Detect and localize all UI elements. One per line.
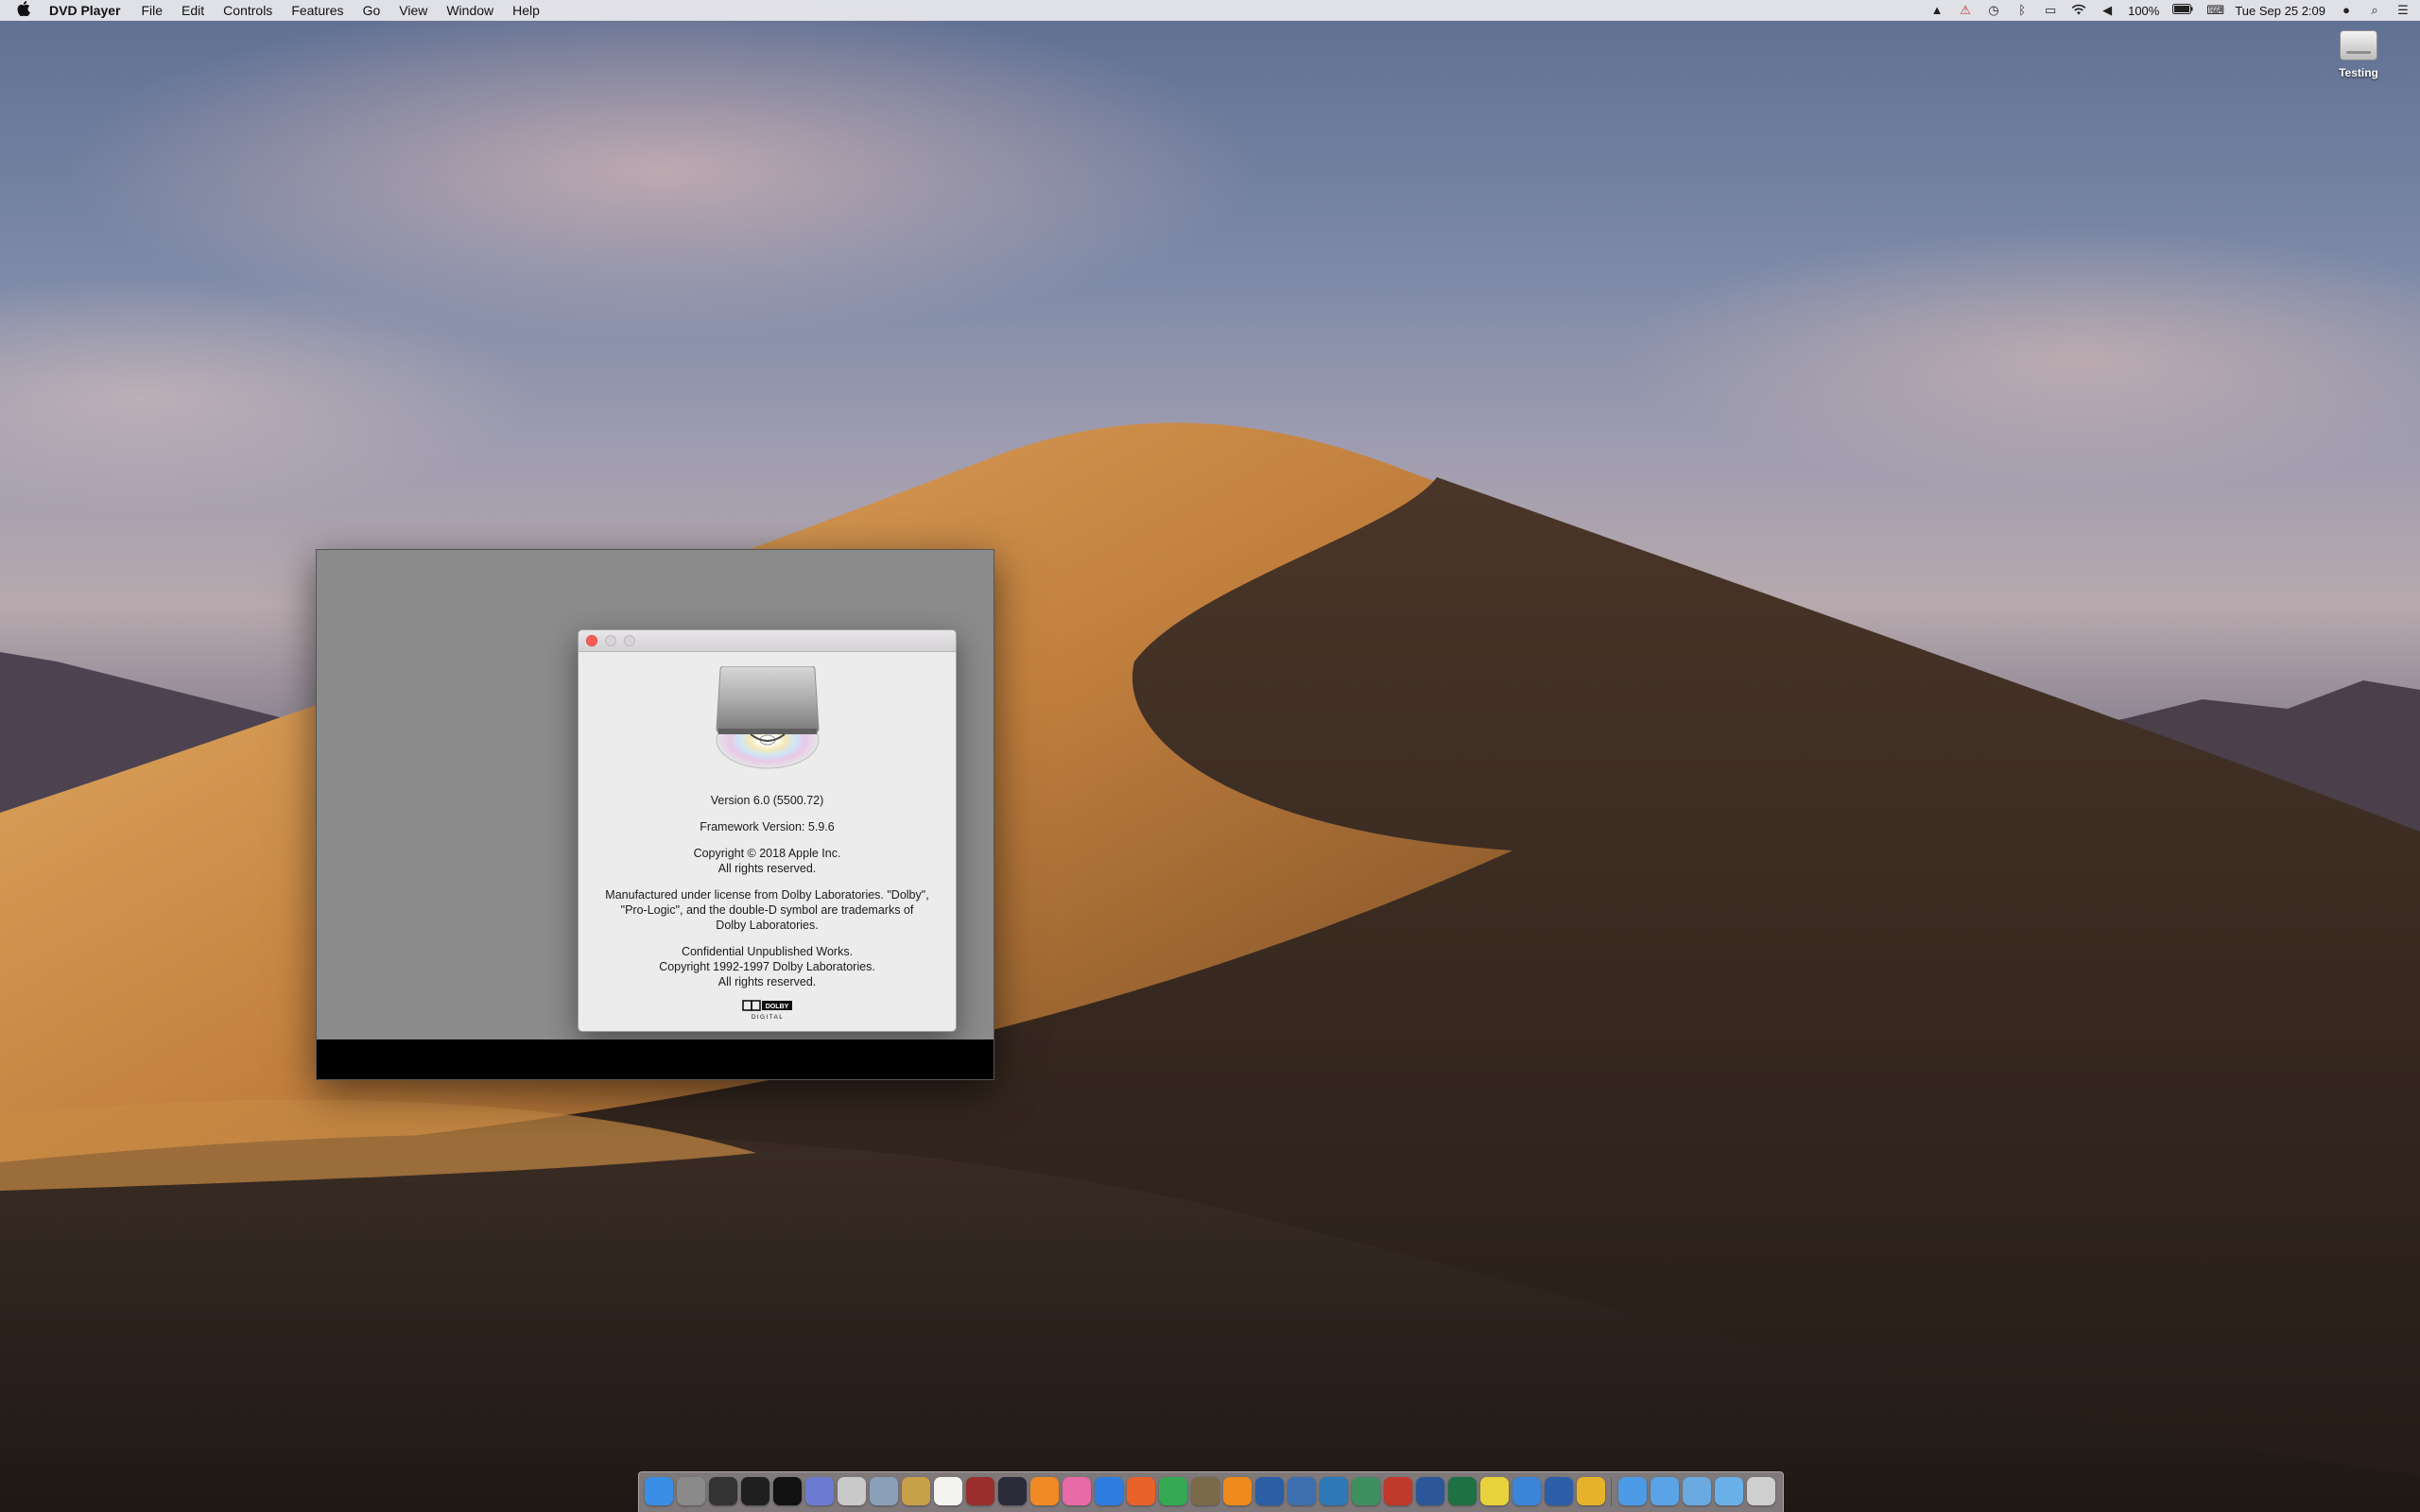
dock-presenter-icon[interactable] <box>1384 1477 1412 1505</box>
dock-trash-icon[interactable] <box>1747 1477 1775 1505</box>
dock-desktop-folder-icon[interactable] <box>1715 1477 1743 1505</box>
dock-documents-folder-icon[interactable] <box>1651 1477 1679 1505</box>
status-area: ▲ ⚠ ◷ ᛒ ▭ ◀ 100% ⌨ Tue Sep 25 2:09 ● ⌕ ☰ <box>1929 0 2411 21</box>
about-info-text: Version 6.0 (5500.72) Framework Version:… <box>579 793 956 1001</box>
framework-version-text: Framework Version: 5.9.6 <box>700 820 835 833</box>
confidential-line-3: All rights reserved. <box>717 975 817 988</box>
menu-window[interactable]: Window <box>446 3 493 18</box>
dock-itunes-icon[interactable] <box>1063 1477 1091 1505</box>
keyboard-icon[interactable]: ⌨ <box>2206 4 2224 17</box>
menu-controls[interactable]: Controls <box>223 3 272 18</box>
app-menu-dvd-player[interactable]: DVD Player <box>49 3 120 18</box>
battery-icon[interactable] <box>2172 4 2193 17</box>
confidential-line-1: Confidential Unpublished Works. <box>681 945 854 958</box>
dvd-viewer-bottom-bar <box>317 1040 994 1079</box>
apple-menu-icon[interactable] <box>17 0 36 21</box>
dock-stickies-icon[interactable] <box>1480 1477 1509 1505</box>
time-machine-icon[interactable]: ◷ <box>1986 4 2001 17</box>
dock-terminal-icon[interactable] <box>773 1477 802 1505</box>
dock-applications-folder-icon[interactable] <box>1618 1477 1647 1505</box>
dock-chrome-icon[interactable] <box>1159 1477 1187 1505</box>
license-block: Manufactured under license from Dolby La… <box>579 887 956 933</box>
dock-firefox-icon[interactable] <box>1127 1477 1155 1505</box>
menu-help[interactable]: Help <box>512 3 540 18</box>
license-line-1: Manufactured under license from Dolby La… <box>605 888 929 902</box>
menu-go[interactable]: Go <box>363 3 381 18</box>
dock-system-preferences-icon[interactable] <box>677 1477 705 1505</box>
dock-photos-pencil-icon[interactable] <box>1577 1477 1605 1505</box>
wifi-icon[interactable] <box>2071 4 2086 17</box>
menu-features[interactable]: Features <box>291 3 343 18</box>
close-button[interactable] <box>586 635 597 646</box>
copyright-block: Copyright © 2018 Apple Inc. All rights r… <box>579 846 956 876</box>
digital-logo-word: DIGITAL <box>752 1014 785 1021</box>
menu-clock[interactable]: Tue Sep 25 2:09 <box>2235 4 2325 18</box>
dock-disk-utility-icon[interactable] <box>709 1477 737 1505</box>
dock-keynote-icon[interactable] <box>1512 1477 1541 1505</box>
dock-notes-book-icon[interactable] <box>902 1477 930 1505</box>
dock-activity-monitor-icon[interactable] <box>741 1477 769 1505</box>
menu-edit[interactable]: Edit <box>182 3 204 18</box>
spotlight-icon[interactable]: ⌕ <box>2367 4 2382 17</box>
license-line-3: Dolby Laboratories. <box>716 919 819 932</box>
menu-bar: DVD Player File Edit Controls Features G… <box>0 0 2420 21</box>
dock-script-editor-icon[interactable] <box>805 1477 834 1505</box>
bluetooth-icon[interactable]: ᛒ <box>2014 4 2030 17</box>
rights-line: All rights reserved. <box>717 862 817 875</box>
dock <box>638 1471 1784 1512</box>
airplay-icon[interactable]: ▭ <box>2043 4 2058 17</box>
user-icon[interactable]: ● <box>2339 4 2354 17</box>
confidential-line-2: Copyright 1992-1997 Dolby Laboratories. <box>659 960 875 973</box>
dolby-digital-logo: DOLBY DIGITAL <box>742 1000 792 1021</box>
dock-textedit-icon[interactable] <box>934 1477 962 1505</box>
dock-downloads-folder-icon[interactable] <box>1683 1477 1711 1505</box>
volume-icon[interactable]: ◀ <box>2100 4 2115 17</box>
about-dvd-player-dialog: Version 6.0 (5500.72) Framework Version:… <box>578 629 957 1032</box>
dock-separator <box>1611 1478 1612 1506</box>
dock-network-utility-icon[interactable] <box>1320 1477 1348 1505</box>
dock-quicktime-icon[interactable] <box>998 1477 1027 1505</box>
menu-view[interactable]: View <box>399 3 427 18</box>
dock-photo-booth-icon[interactable] <box>966 1477 994 1505</box>
confidential-block: Confidential Unpublished Works. Copyrigh… <box>579 944 956 989</box>
battery-percentage: 100% <box>2128 3 2160 18</box>
dock-ibooks-icon[interactable] <box>1030 1477 1059 1505</box>
minimize-button <box>605 635 616 646</box>
dolby-logo-word: DOLBY <box>766 1004 789 1010</box>
dock-finder-icon[interactable] <box>645 1477 673 1505</box>
notification-center-icon[interactable]: ☰ <box>2395 4 2411 17</box>
about-title-bar[interactable] <box>579 630 956 652</box>
dock-gimp-icon[interactable] <box>1191 1477 1219 1505</box>
vlc-cone-icon[interactable]: ▲ <box>1929 4 1945 17</box>
copyright-line: Copyright © 2018 Apple Inc. <box>693 847 841 860</box>
dock-safari-icon[interactable] <box>1095 1477 1123 1505</box>
dock-word-icon[interactable] <box>1416 1477 1444 1505</box>
alert-icon[interactable]: ⚠ <box>1958 4 1973 17</box>
menu-file[interactable]: File <box>141 3 163 18</box>
dock-vlc-icon[interactable] <box>1223 1477 1252 1505</box>
desktop-drive-label: Testing <box>2339 66 2378 79</box>
dock-screen-sharing-icon[interactable] <box>1288 1477 1316 1505</box>
desktop-drive-testing[interactable]: Testing <box>2335 30 2382 79</box>
dock-dvd-player-icon[interactable] <box>838 1477 866 1505</box>
dock-preview-icon[interactable] <box>870 1477 898 1505</box>
version-text: Version 6.0 (5500.72) <box>710 794 824 807</box>
dvd-player-app-icon <box>716 666 820 769</box>
zoom-button <box>624 635 635 646</box>
license-line-2: "Pro-Logic", and the double-D symbol are… <box>620 903 914 917</box>
hard-drive-icon <box>2340 30 2377 60</box>
dock-world-browser-icon[interactable] <box>1352 1477 1380 1505</box>
dock-excel-x-icon[interactable] <box>1448 1477 1477 1505</box>
dock-directory-icon[interactable] <box>1545 1477 1573 1505</box>
dock-quicktime-x-icon[interactable] <box>1255 1477 1284 1505</box>
